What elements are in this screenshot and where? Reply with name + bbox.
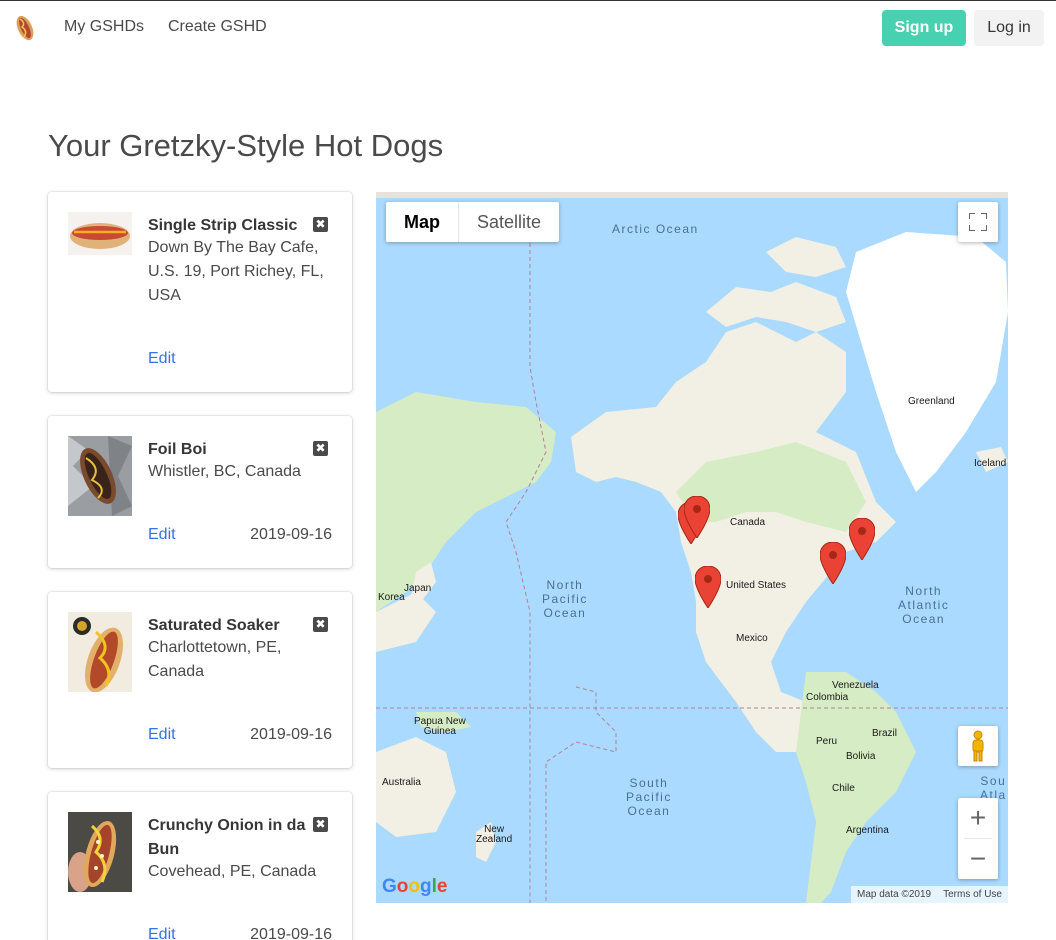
signup-button[interactable]: Sign up xyxy=(882,10,966,46)
terms-link[interactable]: Terms of Use xyxy=(943,889,1002,900)
label-greenland: Greenland xyxy=(908,396,955,407)
card-date: 2019-09-16 xyxy=(250,926,332,940)
login-button[interactable]: Log in xyxy=(974,10,1044,46)
hotdog-thumbnail[interactable] xyxy=(68,212,132,255)
hotdog-card: Saturated Soaker ✖ Charlottetown, PE, Ca… xyxy=(48,592,352,768)
card-address: Down By The Bay Cafe, U.S. 19, Port Rich… xyxy=(148,239,324,304)
label-peru: Peru xyxy=(816,736,838,747)
label-chile: Chile xyxy=(832,783,855,794)
delete-icon[interactable]: ✖ xyxy=(313,817,328,832)
label-new-zealand: New Zealand xyxy=(476,824,513,845)
delete-icon[interactable]: ✖ xyxy=(313,217,328,232)
label-mexico: Mexico xyxy=(736,633,768,644)
zoom-in-button[interactable]: + xyxy=(958,798,998,838)
card-title: Single Strip Classic xyxy=(148,217,298,234)
label-japan: Japan xyxy=(404,583,432,594)
label-south-pacific: South Pacific Ocean xyxy=(626,776,672,818)
pegman-icon xyxy=(972,730,984,762)
map-marker[interactable] xyxy=(820,542,846,584)
label-united-states: United States xyxy=(726,580,787,591)
card-date: 2019-09-16 xyxy=(250,526,332,543)
label-canada: Canada xyxy=(730,517,766,528)
map-marker[interactable] xyxy=(695,566,721,608)
map[interactable]: Arctic Ocean North Pacific Ocean South Paci… xyxy=(376,192,1008,903)
card-title: Foil Boi xyxy=(148,441,207,458)
map-marker[interactable] xyxy=(849,518,875,560)
edit-link[interactable]: Edit xyxy=(148,350,176,368)
label-brazil: Brazil xyxy=(872,728,898,739)
nav-my-gshds[interactable]: My GSHDs xyxy=(64,18,144,36)
hotdog-card: Crunchy Onion in da Bun ✖ Covehead, PE, … xyxy=(48,792,352,940)
card-address: Covehead, PE, Canada xyxy=(148,863,317,880)
label-papua-new-guinea: Papua New Guinea xyxy=(414,716,466,737)
map-type-satellite-button[interactable]: Satellite xyxy=(459,202,559,242)
map-canvas[interactable] xyxy=(376,192,1008,903)
delete-icon[interactable]: ✖ xyxy=(313,617,328,632)
map-attribution: Map data ©2019 Terms of Use xyxy=(851,886,1008,903)
card-address: Whistler, BC, Canada xyxy=(148,463,301,480)
hotdog-card: Foil Boi ✖ Whistler, BC, Canada Edit 201… xyxy=(48,416,352,568)
fullscreen-icon xyxy=(969,213,987,231)
hotdog-card: Single Strip Classic ✖ Down By The Bay C… xyxy=(48,192,352,392)
page-title: Your Gretzky-Style Hot Dogs xyxy=(48,128,444,163)
map-type-map-button[interactable]: Map xyxy=(386,202,459,242)
street-view-pegman-button[interactable] xyxy=(958,726,998,766)
label-australia: Australia xyxy=(382,777,421,788)
hotdog-thumbnail[interactable] xyxy=(68,612,132,692)
delete-icon[interactable]: ✖ xyxy=(313,441,328,456)
card-date: 2019-09-16 xyxy=(250,726,332,743)
card-title: Saturated Soaker xyxy=(148,617,280,634)
hotdog-thumbnail[interactable] xyxy=(68,436,132,516)
label-argentina: Argentina xyxy=(846,825,889,836)
hotdog-thumbnail[interactable] xyxy=(68,812,132,892)
map-marker[interactable] xyxy=(684,496,710,538)
label-north-pacific: North Pacific Ocean xyxy=(542,578,588,620)
label-bolivia: Bolivia xyxy=(846,751,876,762)
google-logo[interactable]: Google xyxy=(382,876,447,898)
nav-create-gshd[interactable]: Create GSHD xyxy=(168,18,267,36)
navbar: My GSHDs Create GSHD Sign up Log in xyxy=(0,0,1056,54)
zoom-out-button[interactable]: − xyxy=(958,839,998,879)
fullscreen-button[interactable] xyxy=(958,202,998,242)
card-address: Charlottetown, PE, Canada xyxy=(148,639,282,680)
label-venezuela: Venezuela xyxy=(832,680,879,691)
label-arctic-ocean: Arctic Ocean xyxy=(612,222,699,236)
edit-link[interactable]: Edit xyxy=(148,526,176,544)
edit-link[interactable]: Edit xyxy=(148,926,176,940)
label-iceland: Iceland xyxy=(974,458,1007,469)
zoom-control: + − xyxy=(958,798,998,879)
hot-dog-logo[interactable] xyxy=(12,13,38,43)
label-colombia: Colombia xyxy=(806,692,849,703)
label-korea: Korea xyxy=(378,592,405,603)
map-data-text: Map data ©2019 xyxy=(857,889,932,900)
map-type-control: Map Satellite xyxy=(386,202,560,242)
label-north-atlantic: North Atlantic Ocean xyxy=(898,584,950,626)
card-title: Crunchy Onion in da Bun xyxy=(148,817,306,858)
edit-link[interactable]: Edit xyxy=(148,726,176,744)
